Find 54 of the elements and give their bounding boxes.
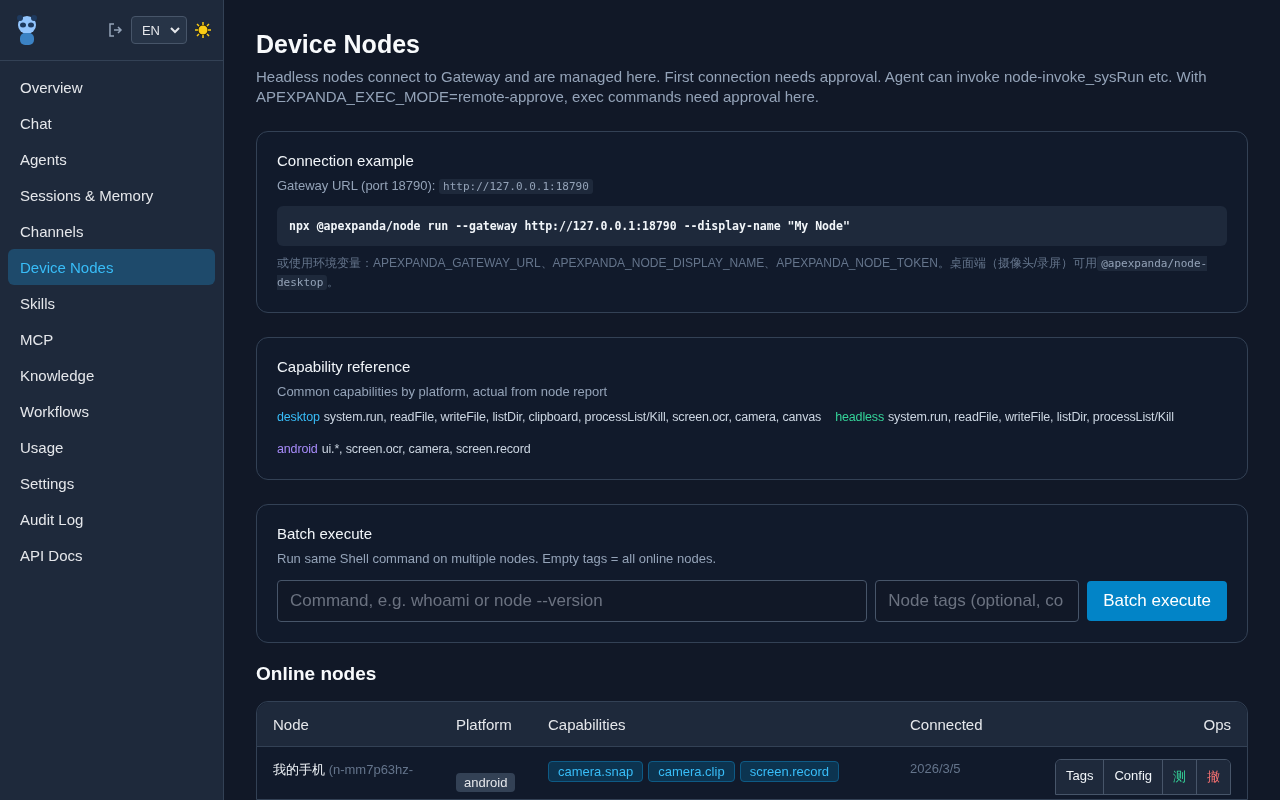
capability-list: ui.*, screen.ocr, camera, screen.record: [321, 439, 531, 459]
nav-item[interactable]: Knowledge: [8, 357, 215, 393]
column-header: Ops: [1202, 715, 1231, 733]
nav-item[interactable]: Chat: [8, 105, 215, 141]
caret-icon: [170, 26, 180, 34]
column-header: Connected: [910, 715, 984, 733]
column-header: Node: [273, 715, 310, 733]
column-header: Platform: [456, 715, 513, 733]
nav-item[interactable]: Settings: [8, 465, 215, 501]
capability-tag: camera.snap: [548, 761, 644, 782]
nav-item[interactable]: Audit Log: [8, 501, 215, 537]
command-input[interactable]: Command, e.g. whoami or node --version: [277, 580, 868, 622]
platform-name: headless: [835, 409, 884, 426]
card-title: Connection example: [277, 152, 415, 169]
capability-tag: camera.clip: [648, 761, 735, 782]
card-subtitle: Run same Shell command on multiple nodes. Empty tags = all online nodes.: [277, 550, 717, 568]
page-description: Headless nodes connect to Gateway and are managed here. First connection needs approval. Agent can invoke node-invoke_sysRun etc. With APEXPANDA_EXEC_MODE=remote-approve, exec commands need approval here.: [256, 67, 1208, 107]
logout-icon[interactable]: [106, 22, 123, 38]
gateway-url: http://127.0.0.1:18790: [439, 179, 593, 194]
capability-list: system.run, readFile, writeFile, listDir, clipboard, processList/Kill, screen.ocr, camera, canvas: [323, 407, 822, 427]
nav-item[interactable]: Agents: [8, 141, 215, 177]
op-button[interactable]: Config: [1104, 760, 1163, 794]
platform-name: android: [277, 441, 318, 458]
op-button[interactable]: Tags: [1055, 760, 1105, 794]
section-title: Online nodes: [256, 663, 378, 685]
nav-item[interactable]: API Docs: [8, 537, 215, 573]
nav-item[interactable]: MCP: [8, 321, 215, 357]
nav-item[interactable]: Sessions & Memory: [8, 177, 215, 213]
tags-input[interactable]: Node tags (optional, co: [875, 580, 1080, 622]
url-label: Gateway URL (port 18790):: [277, 178, 436, 193]
capability-list: system.run, readFile, writeFile, listDir, processList/Kill: [888, 407, 1174, 427]
column-header: Capabilities: [548, 715, 627, 733]
command-block: npx @apexpanda/node run --gateway http://127.0.0.1:18790 --display-name "My Node": [277, 206, 1227, 246]
batch-execute-button[interactable]: Batch execute: [1087, 581, 1227, 621]
nav-item[interactable]: Skills: [8, 285, 215, 321]
platform-name: desktop: [277, 409, 320, 426]
nav-item[interactable]: Workflows: [8, 393, 215, 429]
connected-time: 2026/3/5: [910, 761, 962, 776]
platform-tag: android: [456, 773, 516, 792]
language-select[interactable]: EN: [130, 16, 187, 44]
op-button[interactable]: 测: [1163, 760, 1197, 794]
nav-item[interactable]: Device Nodes: [8, 249, 215, 285]
page-title: Device Nodes: [256, 30, 421, 59]
node-name: 我的手机 (n-mm7p63hz-: [273, 761, 415, 779]
nav-item[interactable]: Usage: [8, 429, 215, 465]
card-title: Capability reference: [277, 358, 412, 375]
capability-tag: screen.record: [739, 761, 840, 782]
card-title: Batch execute: [277, 525, 374, 542]
nav-item[interactable]: Channels: [8, 213, 215, 249]
card-subtitle: Common capabilities by platform, actual from node report: [277, 383, 609, 401]
sun-icon[interactable]: [195, 22, 211, 38]
nav-item[interactable]: Overview: [8, 69, 215, 105]
op-button[interactable]: 撤: [1197, 760, 1230, 794]
env-note: 或使用环境变量：APEXPANDA_GATEWAY_URL、APEXPANDA_NODE_DISPLAY_NAME、APEXPANDA_NODE_TOKEN。桌面端（摄像头/录屏）可用 @apexpanda/node-desktop 。: [277, 255, 1209, 292]
